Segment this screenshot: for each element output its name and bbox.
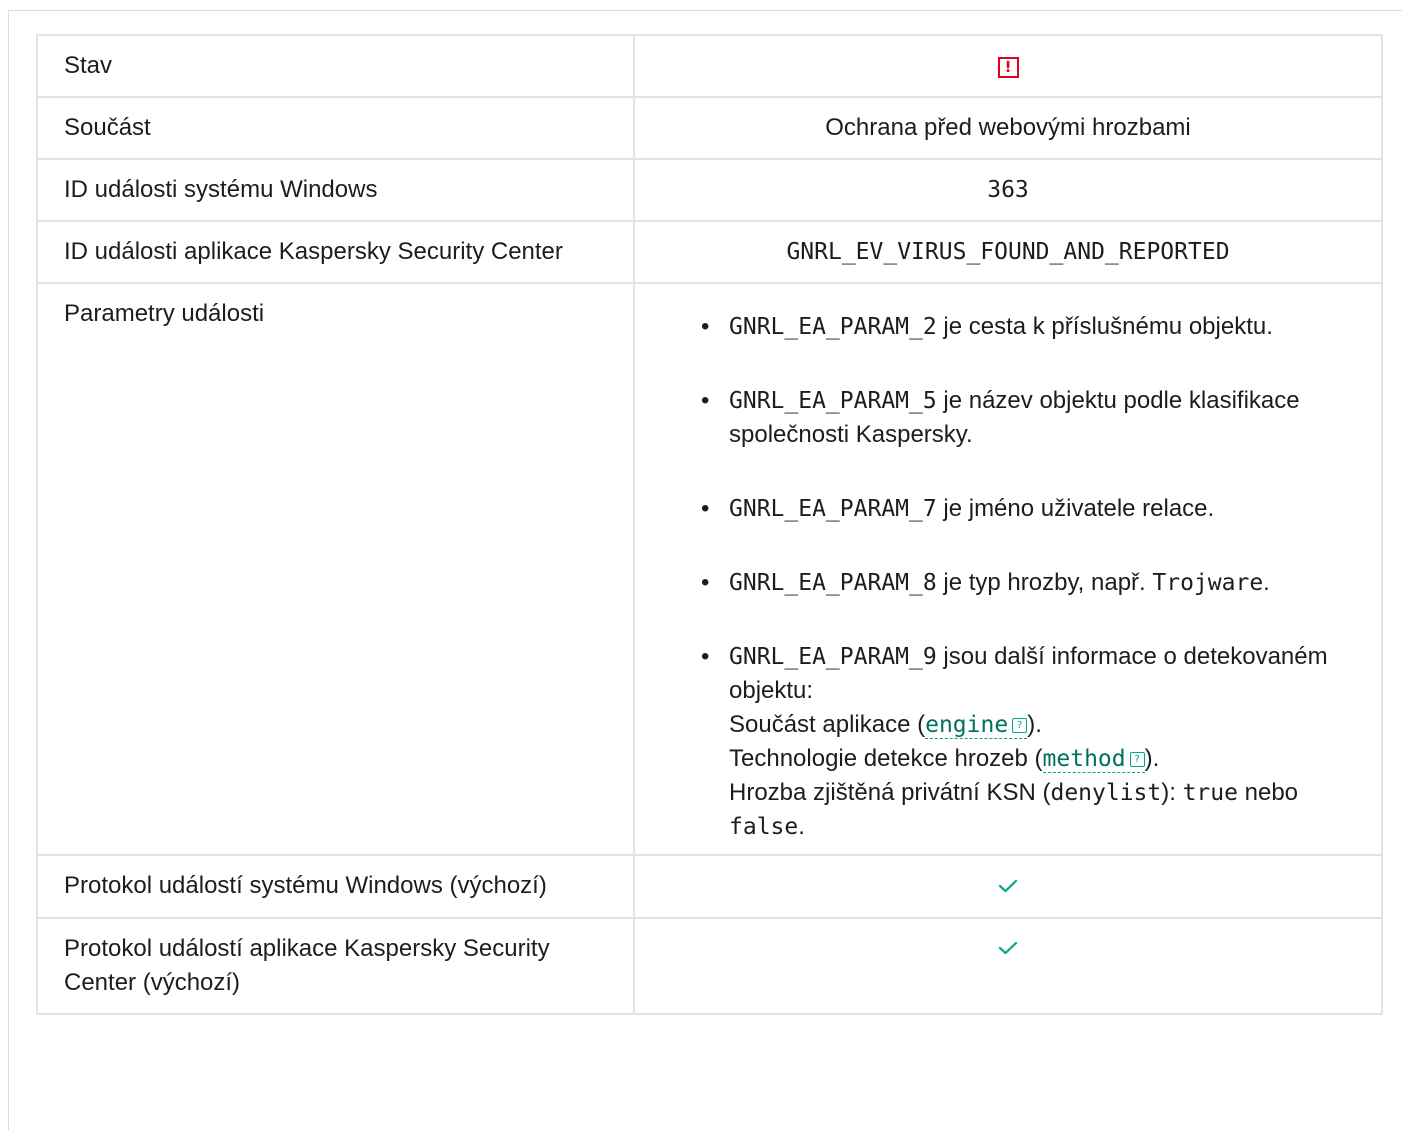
bullet-icon: • [701, 495, 710, 522]
bullet-icon: • [701, 313, 710, 340]
method-line-pre: Technologie detekce hrozeb ( [729, 745, 1043, 772]
table-row: ID události aplikace Kaspersky Security … [36, 220, 1383, 284]
warning-icon: ! [997, 57, 1019, 79]
bullet-icon: • [701, 569, 710, 596]
param-text-end: . [1263, 569, 1270, 596]
threat-type-code: Trojware [1152, 570, 1264, 596]
ksc-event-id-label: ID události aplikace Kaspersky Security … [36, 220, 635, 284]
list-item: • GNRL_EA_PARAM_2 je cesta k příslušnému… [701, 310, 1355, 344]
param-code: GNRL_EA_PARAM_2 [729, 314, 937, 340]
method-term-link[interactable]: method? [1042, 746, 1145, 773]
windows-log-value [633, 854, 1383, 919]
table-row: ID události systému Windows 363 [36, 158, 1383, 222]
true-code: true [1182, 780, 1238, 806]
params-value: • GNRL_EA_PARAM_2 je cesta k příslušnému… [633, 282, 1383, 856]
status-label: Stav [36, 34, 635, 98]
component-value: Ochrana před webovými hrozbami [633, 96, 1383, 160]
ksn-line-or: nebo [1237, 779, 1299, 806]
windows-log-label: Protokol událostí systému Windows (výcho… [36, 854, 635, 919]
false-code: false [729, 814, 799, 840]
list-item: • GNRL_EA_PARAM_9 jsou další informace o… [701, 640, 1355, 844]
help-icon: ? [1129, 752, 1145, 767]
ksc-log-label: Protokol událostí aplikace Kaspersky Sec… [36, 916, 635, 1015]
checkmark-icon [998, 932, 1018, 966]
checkmark-icon [998, 870, 1018, 904]
denylist-code: denylist [1050, 780, 1162, 806]
engine-line-pre: Součást aplikace ( [729, 711, 926, 738]
list-item: • GNRL_EA_PARAM_8 je typ hrozby, např. T… [701, 566, 1355, 600]
engine-term-text: engine [925, 712, 1009, 738]
ksn-line-pre: Hrozba zjištěná privátní KSN ( [729, 779, 1051, 806]
table-row: Protokol událostí systému Windows (výcho… [36, 854, 1383, 919]
list-item: • GNRL_EA_PARAM_5 je název objektu podle… [701, 384, 1355, 452]
method-term-text: method [1042, 746, 1126, 772]
bullet-icon: • [701, 387, 710, 414]
ksc-log-value [633, 916, 1383, 1015]
param-code: GNRL_EA_PARAM_7 [729, 496, 937, 522]
param-text: je typ hrozby, např. [936, 569, 1153, 596]
param-code: GNRL_EA_PARAM_8 [729, 570, 937, 596]
table-row: Protokol událostí aplikace Kaspersky Sec… [36, 916, 1383, 1015]
engine-line-post: ). [1027, 711, 1042, 738]
list-item: • GNRL_EA_PARAM_7 je jméno uživatele rel… [701, 492, 1355, 526]
table-row: Součást Ochrana před webovými hrozbami [36, 96, 1383, 160]
ksc-event-id-value: GNRL_EV_VIRUS_FOUND_AND_REPORTED [633, 220, 1383, 284]
status-value: ! [633, 34, 1383, 98]
param-text: je jméno uživatele relace. [936, 495, 1215, 522]
help-icon: ? [1012, 718, 1028, 733]
engine-term-link[interactable]: engine? [925, 712, 1028, 739]
param-code: GNRL_EA_PARAM_9 [729, 644, 937, 670]
windows-event-id-label: ID události systému Windows [36, 158, 635, 222]
method-line-post: ). [1144, 745, 1160, 772]
params-label: Parametry události [36, 282, 635, 856]
param-code: GNRL_EA_PARAM_5 [729, 388, 937, 414]
ksn-line-mid: ): [1161, 779, 1183, 806]
windows-event-id-value: 363 [633, 158, 1383, 222]
component-label: Součást [36, 96, 635, 160]
event-details-table: Stav ! Součást Ochrana před webovými hro… [36, 34, 1383, 1015]
bullet-icon: • [701, 643, 710, 670]
ksn-line-end: . [798, 813, 805, 840]
table-row: Parametry události • GNRL_EA_PARAM_2 je … [36, 282, 1383, 856]
table-row: Stav ! [36, 34, 1383, 98]
param-text: je cesta k příslušnému objektu. [936, 313, 1273, 340]
params-list: • GNRL_EA_PARAM_2 je cesta k příslušnému… [661, 310, 1355, 844]
